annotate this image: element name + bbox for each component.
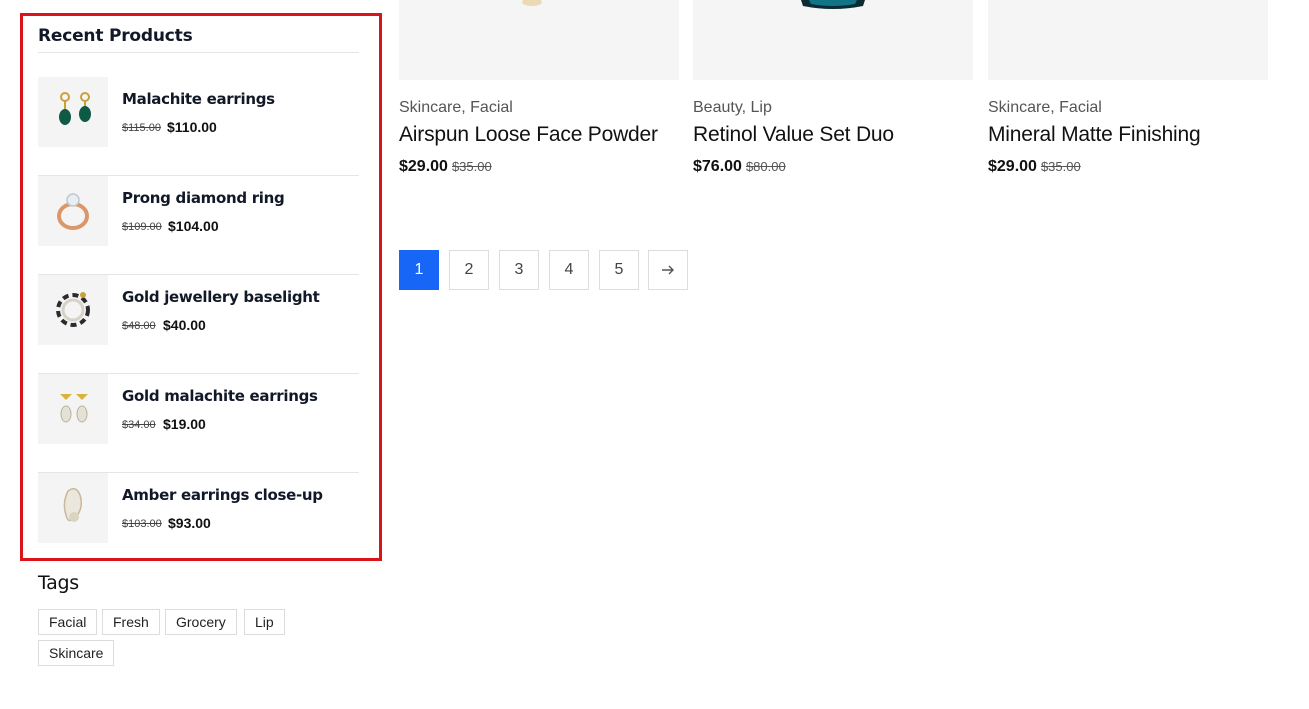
recent-product-item[interactable]: Prong diamond ring $109.00 $104.00 <box>38 176 359 275</box>
product-name[interactable]: Gold jewellery baselight <box>122 288 320 306</box>
product-price: $76.00 $80.00 <box>693 158 786 176</box>
product-thumbnail[interactable] <box>38 473 108 543</box>
price-old: $48.00 <box>122 320 156 332</box>
product-name[interactable]: Amber earrings close-up <box>122 486 323 504</box>
gold-jewellery-image <box>56 292 90 327</box>
price-old: $109.00 <box>122 221 162 233</box>
product-category[interactable]: Skincare, Facial <box>988 99 1102 117</box>
product-thumbnail[interactable] <box>38 374 108 444</box>
price-old: $103.00 <box>122 518 162 530</box>
product-image-icon <box>522 0 542 6</box>
price-old: $34.00 <box>122 419 156 431</box>
product-name[interactable]: Gold malachite earrings <box>122 387 318 405</box>
product-price: $29.00 $35.00 <box>988 158 1081 176</box>
product-name[interactable]: Malachite earrings <box>122 90 275 108</box>
amber-earrings-image <box>63 488 83 522</box>
tags-title: Tags <box>38 572 79 594</box>
recent-products-widget: Recent Products Malachite earrings $115.… <box>20 13 382 561</box>
recent-product-item[interactable]: Amber earrings close-up $103.00 $93.00 <box>38 473 359 572</box>
gold-malachite-earrings-image <box>60 394 88 423</box>
product-name[interactable]: Prong diamond ring <box>122 189 285 207</box>
tag-facial[interactable]: Facial <box>38 609 98 635</box>
price-current: $19.00 <box>163 416 206 432</box>
product-price: $29.00 $35.00 <box>399 158 492 176</box>
tag-grocery[interactable]: Grocery <box>165 609 237 635</box>
product-image[interactable] <box>988 0 1268 80</box>
page-5-button[interactable]: 5 <box>599 250 639 290</box>
page-2-button[interactable]: 2 <box>449 250 489 290</box>
product-thumbnail[interactable] <box>38 77 108 147</box>
tag-skincare[interactable]: Skincare <box>38 640 115 666</box>
price-old: $115.00 <box>122 122 161 134</box>
tag-fresh[interactable]: Fresh <box>102 609 160 635</box>
price-current: $93.00 <box>168 515 211 531</box>
page-3-button[interactable]: 3 <box>499 250 539 290</box>
tag-lip[interactable]: Lip <box>244 609 285 635</box>
product-image-icon <box>801 0 865 9</box>
product-image[interactable] <box>693 0 973 80</box>
page-1-button[interactable]: 1 <box>399 250 439 290</box>
price-current: $40.00 <box>163 317 206 333</box>
product-category[interactable]: Beauty, Lip <box>693 99 772 117</box>
page-4-button[interactable]: 4 <box>549 250 589 290</box>
next-page-button[interactable] <box>648 250 688 290</box>
product-title[interactable]: Retinol Value Set Duo <box>693 123 894 147</box>
malachite-earrings-image <box>59 92 91 125</box>
product-category[interactable]: Skincare, Facial <box>399 99 513 117</box>
recent-product-item[interactable]: Gold malachite earrings $34.00 $19.00 <box>38 374 359 473</box>
divider <box>38 52 359 53</box>
price-current: $29.00 <box>399 158 448 175</box>
product-image[interactable] <box>399 0 679 80</box>
price-current: $76.00 <box>693 158 742 175</box>
recent-product-item[interactable]: Gold jewellery baselight $48.00 $40.00 <box>38 275 359 374</box>
price-current: $110.00 <box>167 119 217 135</box>
price-current: $29.00 <box>988 158 1037 175</box>
arrow-right-icon <box>662 265 674 275</box>
product-title[interactable]: Airspun Loose Face Powder <box>399 123 658 147</box>
price-old: $80.00 <box>745 159 786 174</box>
recent-product-item[interactable]: Malachite earrings $115.00 $110.00 <box>38 77 359 176</box>
diamond-ring-image <box>57 193 89 230</box>
product-title[interactable]: Mineral Matte Finishing <box>988 123 1201 147</box>
product-thumbnail[interactable] <box>38 176 108 246</box>
recent-products-title: Recent Products <box>38 26 193 46</box>
price-current: $104.00 <box>168 218 219 234</box>
product-thumbnail[interactable] <box>38 275 108 345</box>
price-old: $35.00 <box>1040 159 1081 174</box>
price-old: $35.00 <box>451 159 492 174</box>
